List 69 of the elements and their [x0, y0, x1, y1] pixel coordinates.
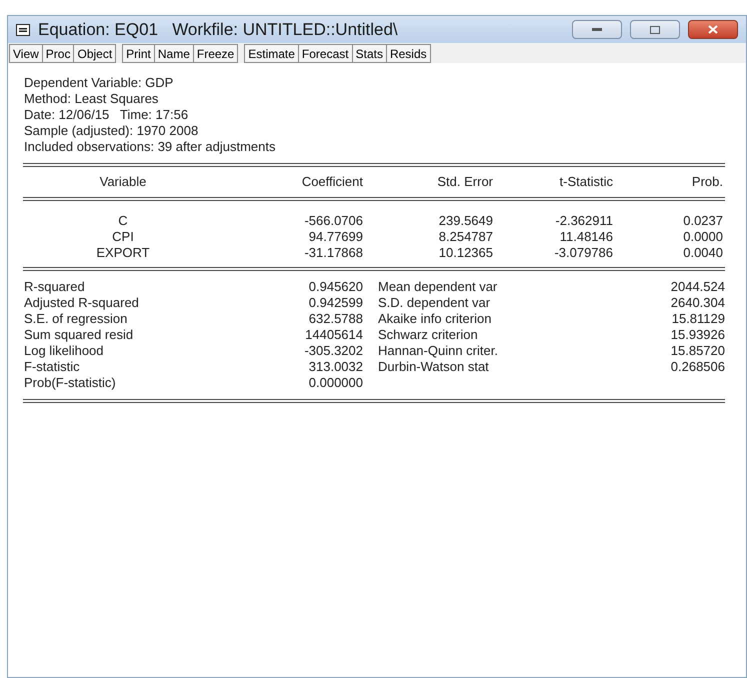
toolbar-button[interactable]: Forecast [298, 44, 353, 62]
maximize-icon [650, 26, 660, 34]
table-cell: -2.362911 [555, 213, 613, 228]
column-header: Coefficient [302, 174, 363, 190]
table-cell: 11.48146 [560, 229, 613, 244]
statistic-value: 313.0032 [308, 359, 363, 374]
close-button[interactable] [688, 20, 738, 39]
statistic-label: R-squared [24, 279, 85, 294]
statistic-label: Log likelihood [24, 343, 104, 358]
header-line: Method: Least Squares [24, 91, 160, 107]
statistic-value: 15.93926 [670, 327, 725, 342]
maximize-button[interactable] [630, 20, 680, 39]
toolbar-button[interactable]: Stats [352, 44, 387, 62]
table-cell: 8.254787 [438, 229, 493, 244]
statistic-label: Mean dependent var [378, 279, 498, 294]
statistic-value: 15.85720 [670, 343, 725, 358]
header-line: Sample (adjusted): 1970 2008 [24, 123, 200, 139]
table-cell: 239.5649 [438, 213, 493, 228]
toolbar-button[interactable]: Proc [42, 44, 74, 62]
statistic-label: F-statistic [24, 359, 80, 374]
statistic-label: S.D. dependent var [378, 295, 490, 310]
table-cell: CPI [112, 229, 134, 244]
toolbar-button[interactable]: Resids [386, 44, 431, 62]
toolbar-button[interactable]: Freeze [192, 44, 238, 62]
toolbar-button[interactable]: Object [73, 44, 116, 62]
statistic-label: Durbin-Watson stat [378, 359, 489, 374]
column-header: Variable [100, 174, 146, 190]
statistic-value: 2640.304 [670, 295, 725, 310]
statistic-value: 0.945620 [308, 279, 363, 294]
table-cell: C [118, 213, 128, 228]
table-cell: 10.12365 [438, 245, 493, 260]
statistic-value: 632.5788 [308, 311, 363, 326]
toolbar-button[interactable]: Name [154, 44, 194, 62]
statistic-value: 2044.524 [670, 279, 725, 294]
table-cell: 94.77699 [308, 229, 363, 244]
table-cell: EXPORT [96, 245, 150, 260]
statistic-label: Prob(F-statistic) [24, 375, 116, 390]
toolbar-button[interactable]: Estimate [244, 44, 299, 62]
statistic-label: Hannan-Quinn criter. [378, 343, 498, 358]
statistic-label: Akaike info criterion [378, 311, 492, 326]
window-title: Equation: EQ01 Workfile: UNTITLED::Untitled\ [38, 18, 398, 41]
minimize-icon [592, 28, 602, 32]
header-line: Dependent Variable: GDP [24, 75, 174, 91]
table-cell: 0.0040 [683, 245, 723, 260]
table-cell: -31.17868 [304, 245, 363, 260]
statistic-value: 14405614 [305, 327, 363, 342]
minimize-button[interactable] [572, 20, 622, 39]
toolbar-button[interactable]: View [9, 44, 43, 62]
statistic-value: -305.3202 [304, 343, 363, 358]
statistic-label: Adjusted R-squared [24, 295, 139, 310]
toolbar-button[interactable]: Print [122, 44, 155, 62]
statistic-value: 0.000000 [308, 375, 363, 390]
table-cell: 0.0000 [683, 229, 723, 244]
table-cell: -3.079786 [554, 245, 613, 260]
header-line: Date: 12/06/15 Time: 17:56 [24, 107, 190, 123]
header-line: Included observations: 39 after adjustments [24, 139, 276, 155]
column-header: Prob. [692, 174, 723, 190]
statistic-label: Sum squared resid [24, 327, 134, 342]
window-menu-icon[interactable] [16, 24, 30, 36]
statistic-value: 15.81129 [672, 311, 725, 326]
statistic-label: Schwarz criterion [378, 327, 478, 342]
close-icon [708, 25, 718, 34]
table-cell: -566.0706 [304, 213, 363, 228]
statistic-value: 0.942599 [308, 295, 363, 310]
column-header: Std. Error [437, 174, 493, 190]
statistic-value: 0.268506 [670, 359, 725, 374]
column-header: t-Statistic [560, 174, 613, 190]
statistic-label: S.E. of regression [24, 311, 128, 326]
table-cell: 0.0237 [683, 213, 723, 228]
